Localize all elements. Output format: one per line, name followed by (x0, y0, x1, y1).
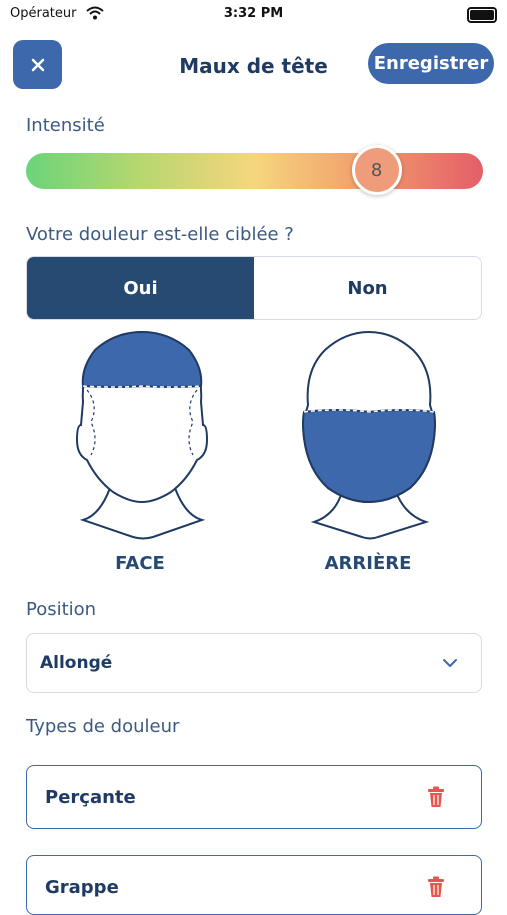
intensity-slider-thumb[interactable]: 8 (351, 145, 402, 195)
back-label: ARRIÈRE (324, 553, 412, 574)
position-label: Position (26, 599, 97, 620)
back-head-highlight (302, 409, 436, 504)
battery-icon (467, 7, 497, 23)
head-front-figure[interactable] (75, 330, 210, 544)
status-time: 3:32 PM (223, 6, 284, 21)
intensity-slider-track[interactable] (26, 153, 483, 189)
targeted-segmented-control: Oui Non (26, 256, 482, 320)
pain-types-label: Types de douleur (26, 716, 180, 737)
save-button[interactable]: Enregistrer (368, 43, 494, 84)
position-select[interactable]: Allongé (26, 633, 482, 693)
status-bar: Opérateur 3:32 PM (0, 0, 507, 30)
head-back-figure[interactable] (300, 330, 438, 544)
position-value: Allongé (40, 653, 113, 673)
option-non[interactable]: Non (254, 257, 481, 319)
targeted-question: Votre douleur est-elle ciblée ? (26, 224, 294, 245)
front-label: FACE (115, 553, 165, 574)
option-oui[interactable]: Oui (27, 257, 254, 319)
trash-icon[interactable] (427, 876, 445, 898)
chevron-down-icon (443, 659, 457, 667)
trash-icon[interactable] (427, 786, 445, 808)
pain-type-item[interactable]: Perçante (26, 765, 482, 829)
intensity-label: Intensité (26, 115, 105, 136)
pain-type-name: Grappe (45, 877, 119, 898)
front-head-highlight (81, 330, 203, 388)
pain-type-name: Perçante (45, 787, 136, 808)
pain-type-item[interactable]: Grappe (26, 855, 482, 915)
